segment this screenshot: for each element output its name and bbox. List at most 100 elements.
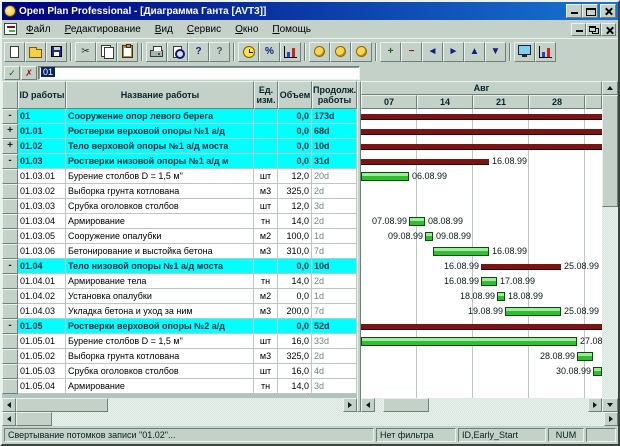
- collapse-toggle[interactable]: -: [2, 319, 18, 334]
- cell-volume[interactable]: 325,0: [278, 184, 312, 199]
- table-row-01.03.03[interactable]: 01.03.03Срубка оголовков столбовшт12,03d: [2, 199, 357, 214]
- task-bar[interactable]: [577, 352, 593, 361]
- table-row-01.03.04[interactable]: 01.03.04Армированиетн14,02d: [2, 214, 357, 229]
- cell-id[interactable]: 01.03.01: [18, 169, 66, 184]
- task-bar[interactable]: [409, 217, 425, 226]
- paste-button[interactable]: [117, 42, 138, 62]
- summary-bar[interactable]: [361, 159, 489, 165]
- table-scroll-track[interactable]: [108, 398, 343, 412]
- column-header-name[interactable]: Название работы: [66, 81, 254, 109]
- cell-unit[interactable]: [254, 124, 278, 139]
- task-bar[interactable]: [497, 292, 505, 301]
- cell-volume[interactable]: 14,0: [278, 214, 312, 229]
- cell-name[interactable]: Ростверки низовой опоры №1 а/д м: [66, 154, 254, 169]
- window-scroll-right-button[interactable]: [604, 412, 618, 426]
- views-button[interactable]: [514, 42, 535, 62]
- cell-unit[interactable]: шт: [254, 169, 278, 184]
- column-header-unit[interactable]: Ед. изм.: [254, 81, 278, 109]
- cell-unit[interactable]: тн: [254, 379, 278, 394]
- cell-unit[interactable]: тн: [254, 214, 278, 229]
- table-row-01.04.01[interactable]: 01.04.01Армирование телатн14,02d: [2, 274, 357, 289]
- progress-button[interactable]: %: [259, 42, 280, 62]
- scroll-down-button[interactable]: [602, 398, 618, 412]
- cell-unit[interactable]: м2: [254, 229, 278, 244]
- table-row-01.05[interactable]: -01.05Ростверки верховой опоры №2 а/д0,0…: [2, 319, 357, 334]
- cell-unit[interactable]: шт: [254, 364, 278, 379]
- cell-volume[interactable]: 200,0: [278, 304, 312, 319]
- cell-duration[interactable]: 7d: [312, 304, 357, 319]
- cell-volume[interactable]: 12,0: [278, 169, 312, 184]
- cancel-button[interactable]: ✗: [21, 66, 37, 80]
- maximize-button[interactable]: [582, 4, 598, 18]
- cell-name[interactable]: Бурение столбов D = 1,5 м": [66, 334, 254, 349]
- move-up-button[interactable]: ▲: [464, 42, 485, 62]
- gantt-row-01.03.06[interactable]: 16.08.99: [361, 244, 602, 259]
- cell-name[interactable]: Установка опалубки: [66, 289, 254, 304]
- histogram-button[interactable]: [280, 42, 301, 62]
- cell-unit[interactable]: м3: [254, 184, 278, 199]
- gantt-row-01.05.04[interactable]: [361, 379, 602, 394]
- column-header-id[interactable]: ID работы: [18, 81, 66, 109]
- cell-duration[interactable]: 3d: [312, 199, 357, 214]
- cell-unit[interactable]: м3: [254, 304, 278, 319]
- row-header[interactable]: [2, 334, 18, 349]
- cell-id[interactable]: 01.05.01: [18, 334, 66, 349]
- cell-name[interactable]: Армирование: [66, 214, 254, 229]
- column-header-duration[interactable]: Продолж. работы: [312, 81, 357, 109]
- table-row-01.03.05[interactable]: 01.03.05Сооружение опалубким2100,01d: [2, 229, 357, 244]
- table-row-01.02[interactable]: +01.02Тело верховой опоры №1 а/д моста0,…: [2, 139, 357, 154]
- cell-edit-field[interactable]: 01: [38, 66, 360, 80]
- gantt-row-01.03.01[interactable]: 06.08.99: [361, 169, 602, 184]
- cell-unit[interactable]: тн: [254, 274, 278, 289]
- row-header[interactable]: [2, 214, 18, 229]
- cell-unit[interactable]: шт: [254, 199, 278, 214]
- cell-unit[interactable]: шт: [254, 334, 278, 349]
- summary-bar[interactable]: [481, 264, 561, 270]
- cell-id[interactable]: 01: [18, 109, 66, 124]
- cell-volume[interactable]: 16,0: [278, 364, 312, 379]
- cell-id[interactable]: 01.05: [18, 319, 66, 334]
- vertical-scroll-thumb[interactable]: [602, 95, 618, 207]
- gantt-row-01.02[interactable]: [361, 139, 602, 154]
- gantt-row-01.04.01[interactable]: 16.08.9917.08.99: [361, 274, 602, 289]
- cell-duration[interactable]: 52d: [312, 319, 357, 334]
- cell-volume[interactable]: 0,0: [278, 289, 312, 304]
- table-row-01[interactable]: -01Сооружение опор левого берега0,0173d: [2, 109, 357, 124]
- table-row-01.03.02[interactable]: 01.03.02Выборка грунта котлованам3325,02…: [2, 184, 357, 199]
- save-button[interactable]: [46, 42, 67, 62]
- print-button[interactable]: [146, 42, 167, 62]
- cell-name[interactable]: Бетонирование и выстойка бетона: [66, 244, 254, 259]
- cut-button[interactable]: ✂: [75, 42, 96, 62]
- cell-name[interactable]: Тело низовой опоры №1 а/д моста: [66, 259, 254, 274]
- vertical-scroll-track[interactable]: [602, 207, 618, 398]
- table-hscrollbar[interactable]: [2, 398, 357, 412]
- cell-duration[interactable]: 4d: [312, 364, 357, 379]
- gantt-row-01.04.03[interactable]: 19.08.9925.08.99: [361, 304, 602, 319]
- gantt-row-01.05.02[interactable]: 28.08.99: [361, 349, 602, 364]
- cell-id[interactable]: 01.04.03: [18, 304, 66, 319]
- menu-item-window[interactable]: Окно: [228, 23, 265, 36]
- cell-unit[interactable]: м3: [254, 349, 278, 364]
- accept-button[interactable]: ✓: [4, 66, 20, 80]
- cell-duration[interactable]: 68d: [312, 124, 357, 139]
- table-row-01.03[interactable]: -01.03Ростверки низовой опоры №1 а/д м0,…: [2, 154, 357, 169]
- cell-name[interactable]: Выборка грунта котлована: [66, 184, 254, 199]
- summary-bar[interactable]: [361, 114, 602, 120]
- gantt-row-01.04[interactable]: 16.08.9925.08.99: [361, 259, 602, 274]
- row-header[interactable]: [2, 379, 18, 394]
- table-row-01.03.01[interactable]: 01.03.01Бурение столбов D = 1,5 м"шт12,0…: [2, 169, 357, 184]
- cell-name[interactable]: Срубка оголовков столбов: [66, 364, 254, 379]
- collapse-toggle[interactable]: -: [2, 154, 18, 169]
- gantt-scroll-track[interactable]: [429, 398, 588, 412]
- gantt-row-01.03.02[interactable]: [361, 184, 602, 199]
- coin-3-button[interactable]: [351, 42, 372, 62]
- cell-volume[interactable]: 0,0: [278, 319, 312, 334]
- cell-name[interactable]: Тело верховой опоры №1 а/д моста: [66, 139, 254, 154]
- gantt-row-01.03.05[interactable]: 09.08.9909.08.99: [361, 229, 602, 244]
- menu-item-help[interactable]: Помощь: [265, 23, 318, 36]
- summary-bar[interactable]: [361, 129, 602, 135]
- cell-id[interactable]: 01.03.02: [18, 184, 66, 199]
- table-row-01.05.02[interactable]: 01.05.02Выборка грунта котлованам3325,02…: [2, 349, 357, 364]
- table-scroll-left-button[interactable]: [2, 398, 16, 412]
- cell-duration[interactable]: 10d: [312, 139, 357, 154]
